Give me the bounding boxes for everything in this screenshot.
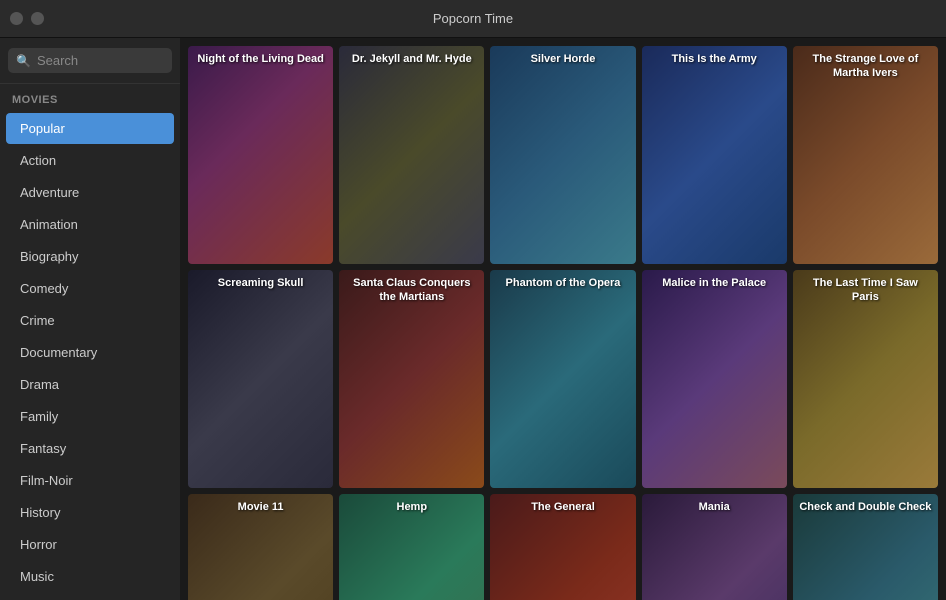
movie-title: Hemp [339, 494, 484, 520]
sidebar-item-documentary[interactable]: Documentary [6, 337, 174, 368]
sidebar-item-action[interactable]: Action [6, 145, 174, 176]
movie-card[interactable]: This Is the Army [642, 46, 787, 264]
sidebar-item-history[interactable]: History [6, 497, 174, 528]
movie-title: The General [490, 494, 635, 520]
sidebar-item-comedy[interactable]: Comedy [6, 273, 174, 304]
movie-title: Silver Horde [490, 46, 635, 72]
movie-title: Night of the Living Dead [188, 46, 333, 72]
app-title: Popcorn Time [433, 11, 513, 26]
search-container: 🔍 [0, 38, 180, 84]
movie-card[interactable]: Hemp [339, 494, 484, 600]
movie-title: This Is the Army [642, 46, 787, 72]
sidebar-item-drama[interactable]: Drama [6, 369, 174, 400]
movie-card[interactable]: Dr. Jekyll and Mr. Hyde [339, 46, 484, 264]
movie-title: Dr. Jekyll and Mr. Hyde [339, 46, 484, 72]
search-input[interactable] [37, 53, 164, 68]
movie-card[interactable]: The General [490, 494, 635, 600]
movie-card[interactable]: Movie 11 [188, 494, 333, 600]
movie-card[interactable]: Mania [642, 494, 787, 600]
sidebar-item-film-noir[interactable]: Film-Noir [6, 465, 174, 496]
sidebar-item-adventure[interactable]: Adventure [6, 177, 174, 208]
movie-card[interactable]: Check and Double Check [793, 494, 938, 600]
movie-grid: Night of the Living DeadDr. Jekyll and M… [188, 46, 938, 600]
movie-card[interactable]: Screaming Skull [188, 270, 333, 488]
close-button[interactable] [10, 12, 23, 25]
movie-title: Santa Claus Conquers the Martians [339, 270, 484, 311]
sidebar-item-family[interactable]: Family [6, 401, 174, 432]
nav-items: PopularActionAdventureAnimationBiography… [0, 112, 180, 600]
movie-title: The Strange Love of Martha Ivers [793, 46, 938, 87]
minimize-button[interactable] [31, 12, 44, 25]
movie-card[interactable]: The Strange Love of Martha Ivers [793, 46, 938, 264]
movie-card[interactable]: Silver Horde [490, 46, 635, 264]
search-icon: 🔍 [16, 54, 31, 68]
sidebar-item-biography[interactable]: Biography [6, 241, 174, 272]
movie-card[interactable]: Phantom of the Opera [490, 270, 635, 488]
movie-title: The Last Time I Saw Paris [793, 270, 938, 311]
movie-card[interactable]: Night of the Living Dead [188, 46, 333, 264]
window-controls [10, 12, 44, 25]
sidebar-item-fantasy[interactable]: Fantasy [6, 433, 174, 464]
movie-title: Phantom of the Opera [490, 270, 635, 296]
sidebar-item-crime[interactable]: Crime [6, 305, 174, 336]
movie-title: Movie 11 [188, 494, 333, 520]
titlebar: Popcorn Time [0, 0, 946, 38]
sidebar-item-musical[interactable]: Musical [6, 593, 174, 600]
movie-title: Mania [642, 494, 787, 520]
sidebar-item-music[interactable]: Music [6, 561, 174, 592]
movie-card[interactable]: The Last Time I Saw Paris [793, 270, 938, 488]
movie-title: Malice in the Palace [642, 270, 787, 296]
content-area[interactable]: Night of the Living DeadDr. Jekyll and M… [180, 38, 946, 600]
movie-card[interactable]: Malice in the Palace [642, 270, 787, 488]
sidebar: 🔍 Movies PopularActionAdventureAnimation… [0, 38, 180, 600]
movie-card[interactable]: Santa Claus Conquers the Martians [339, 270, 484, 488]
movie-title: Screaming Skull [188, 270, 333, 296]
sidebar-item-animation[interactable]: Animation [6, 209, 174, 240]
sidebar-item-horror[interactable]: Horror [6, 529, 174, 560]
sidebar-item-popular[interactable]: Popular [6, 113, 174, 144]
search-box: 🔍 [8, 48, 172, 73]
movies-section-label: Movies [0, 84, 180, 112]
movie-title: Check and Double Check [793, 494, 938, 520]
main-container: 🔍 Movies PopularActionAdventureAnimation… [0, 38, 946, 600]
